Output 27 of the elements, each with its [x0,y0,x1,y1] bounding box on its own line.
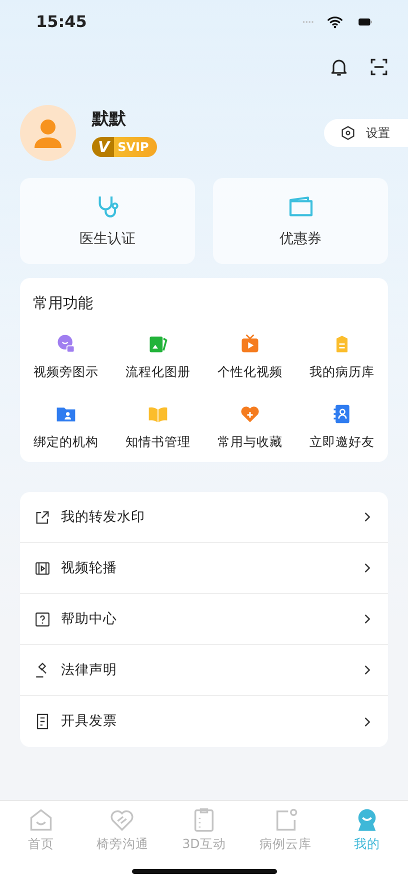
feature-item[interactable]: 视频旁图示 [20,332,112,382]
quick-action-card[interactable]: 医生认证 [20,178,195,264]
settings-button[interactable]: 设置 [324,119,408,147]
feature-item[interactable]: 个性化视频 [204,332,296,382]
feature-item[interactable]: 我的病历库 [296,332,388,382]
settings-icon [340,125,356,141]
feature-item[interactable]: 知情书管理 [112,403,204,452]
vip-badge: V SVIP [92,136,157,157]
feature-item[interactable]: 立即邀好友 [296,403,388,452]
feature-item[interactable]: 绑定的机构 [20,403,112,452]
receipt-icon [34,713,51,730]
video-icon [34,560,51,576]
quick-action-card[interactable]: 优惠券 [213,178,388,264]
wifi-icon [326,14,344,30]
feature-item[interactable]: 流程化图册 [112,332,204,382]
menu-item[interactable]: 视频轮播 [20,543,388,594]
menu-item[interactable]: 我的转发水印 [20,492,388,543]
menu-item[interactable]: 帮助中心 [20,594,388,645]
help-icon [34,610,51,628]
menu-item[interactable]: 法律声明 [20,645,388,696]
share-icon [34,508,51,526]
home-icon [28,807,54,833]
clock-time: 15:45 [36,11,87,33]
section-title: 常用功能 [32,293,94,314]
menu-item[interactable]: 开具发票 [20,696,388,747]
user-name: 默默 [92,108,127,132]
feature-item[interactable]: 常用与收藏 [204,403,296,452]
